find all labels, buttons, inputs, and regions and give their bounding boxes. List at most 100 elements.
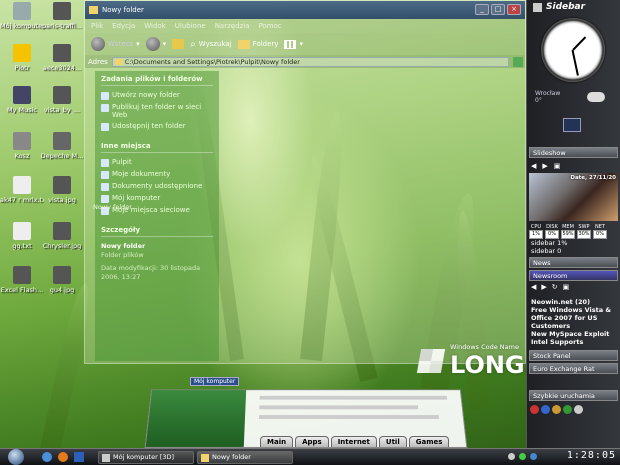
desktop-icon[interactable]: Piotr [0, 44, 44, 72]
place-icon [101, 183, 109, 191]
quick-launch-ie-icon[interactable] [42, 452, 52, 462]
desktop-icon[interactable]: vista.jpg [40, 176, 84, 204]
tray-icon[interactable] [519, 453, 526, 460]
stock-panel-header[interactable]: Stock Panel [529, 350, 618, 361]
news-controls[interactable]: ◀ ▶ ↻ ▣ [527, 283, 620, 294]
place-icon [101, 159, 109, 167]
news-badge-icon [563, 118, 581, 132]
app-icon[interactable] [574, 405, 583, 414]
folder-icon [201, 453, 209, 462]
start-button[interactable] [0, 449, 32, 465]
desktop-icon[interactable]: Chrysler.jpg [40, 222, 84, 250]
app-icon[interactable] [552, 405, 561, 414]
news-header[interactable]: News [529, 257, 618, 268]
app-icon[interactable] [563, 405, 572, 414]
menu-item[interactable]: Ulubione [175, 22, 206, 30]
desktop-icon[interactable]: aece3024... [40, 44, 84, 72]
preview-tab[interactable]: Apps [295, 436, 329, 447]
place-link[interactable]: Moje dokumenty [101, 170, 213, 179]
image-file-icon [53, 266, 71, 284]
tray-icon[interactable] [508, 453, 515, 460]
clock-time[interactable]: 1:28:05 [567, 450, 616, 461]
desktop-icon[interactable]: gg.txt [0, 222, 44, 250]
desktop-icon-label: vista_by_... [43, 106, 81, 114]
place-link[interactable]: Mój komputer [101, 194, 213, 203]
cpu-meter-cell: MEM 59% [561, 224, 575, 239]
quick-launch-media-icon[interactable] [58, 452, 68, 462]
file-tasks-title: Zadania plików i folderów [101, 75, 213, 86]
place-link[interactable]: Dokumenty udostępnione [101, 182, 213, 191]
desktop-icon[interactable]: My Music [0, 86, 44, 114]
desktop-icon[interactable]: Mój komputer [0, 2, 44, 30]
back-button[interactable]: Wstecz ▾ [91, 37, 140, 51]
menu-item[interactable]: Edycja [112, 22, 135, 30]
desktop-icon-label: gu4.jpg [49, 286, 75, 294]
menu-item[interactable]: Plik [91, 22, 103, 30]
task-link[interactable]: Publikuj ten folder w sieci Web [101, 103, 213, 119]
app-icon[interactable] [541, 405, 550, 414]
star-folder-icon [13, 44, 31, 62]
preview-tab[interactable]: Main [260, 436, 294, 447]
desktop-icon[interactable]: vista_by_... [40, 86, 84, 114]
desktop-icon[interactable]: Depeche M... [40, 132, 84, 160]
title-bar[interactable]: Nowy folder _ □ × [85, 1, 525, 19]
slideshow-image[interactable]: Date, 27/11/20 [529, 173, 618, 221]
computer-icon [13, 2, 31, 20]
maximize-button[interactable]: □ [491, 4, 505, 15]
preview-line [259, 395, 448, 400]
news-item[interactable]: New MySpace Exploit [531, 330, 616, 338]
preview-pane [145, 390, 247, 447]
music-folder-icon [13, 86, 31, 104]
euro-exchange-header[interactable]: Euro Exchange Rat [529, 363, 618, 374]
views-button[interactable]: ▾ [284, 39, 303, 49]
folder-icon [237, 39, 250, 49]
windows-orb-icon [8, 449, 24, 465]
up-folder-button[interactable] [172, 39, 185, 49]
taskbar-task-new-folder[interactable]: Nowy folder [197, 450, 293, 464]
task-link[interactable]: Udostępnij ten folder [101, 122, 213, 131]
menu-item[interactable]: Widok [144, 22, 166, 30]
desktop-icon[interactable]: ak47 r mrlx.txt [0, 176, 44, 204]
go-icon[interactable] [513, 56, 523, 67]
desktop-icon-label: Depeche M... [40, 152, 84, 160]
folders-button[interactable]: Foldery [237, 39, 278, 49]
menu-item[interactable]: Narzędzia [215, 22, 250, 30]
file-tasks-section: Zadania plików i folderów Utwórz nowy fo… [95, 71, 219, 138]
sidebar: Sidebar Wrocław 0° Slideshow ◀ ▶ ▣ Date, 2… [526, 0, 620, 448]
desktop-icon[interactable]: paris-traffi... [40, 2, 84, 30]
preview-tab[interactable]: Games [408, 436, 450, 447]
quick-launch-word-icon[interactable] [74, 452, 84, 462]
address-input[interactable]: C:\Documents and Settings\Piotrek\Pulpit… [111, 56, 509, 67]
news-item[interactable]: Intel Supports [531, 338, 616, 346]
menu-item[interactable]: Pomoc [258, 22, 281, 30]
cpu-meter-cell: NET 0% [593, 224, 607, 239]
weather-gadget[interactable]: Wrocław 0° [535, 90, 560, 104]
forward-button[interactable]: ▾ [145, 37, 166, 51]
task-link[interactable]: Utwórz nowy folder [101, 91, 213, 100]
clock-gadget[interactable] [541, 18, 605, 82]
desktop-icon[interactable]: Excel Flash... [0, 266, 44, 294]
slideshow-header[interactable]: Slideshow [529, 147, 618, 158]
desktop-icon-label: ak47 r mrlx.txt [0, 196, 44, 204]
newsroom-header[interactable]: Newsroom [529, 270, 618, 281]
task-icon [101, 123, 109, 131]
news-item[interactable]: Free Windows Vista & Office 2007 for US … [531, 306, 616, 330]
minimize-button[interactable]: _ [475, 4, 489, 15]
explorer-window[interactable]: Nowy folder _ □ × Plik Edycja Widok Ulubion… [84, 0, 565, 379]
quick-launch-header[interactable]: Szybkie uruchamia [529, 390, 618, 401]
close-button[interactable]: × [507, 4, 521, 15]
overlay-label: Nowy folder [93, 203, 132, 211]
slideshow-controls[interactable]: ◀ ▶ ▣ [527, 160, 620, 172]
desktop-icon[interactable]: Kosz [0, 132, 44, 160]
search-button[interactable]: ⌕ Wyszukaj [190, 39, 231, 50]
image-file-icon [53, 44, 71, 62]
news-item[interactable]: Neowin.net (20) [531, 298, 616, 306]
preview-tab[interactable]: Internet [330, 436, 377, 447]
taskbar-task-my-computer[interactable]: Mój komputer [3D] [98, 450, 194, 464]
tray-icon[interactable] [530, 453, 537, 460]
sidebar-header[interactable]: Sidebar [527, 0, 620, 14]
preview-tab[interactable]: Util [378, 436, 407, 447]
app-icon[interactable] [530, 405, 539, 414]
desktop-icon[interactable]: gu4.jpg [40, 266, 84, 294]
place-link[interactable]: Pulpit [101, 158, 213, 167]
